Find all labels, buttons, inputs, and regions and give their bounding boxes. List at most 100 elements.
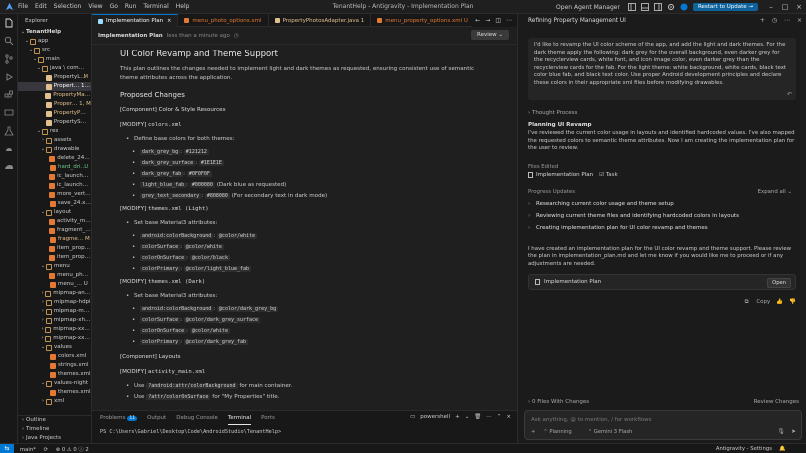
- more-icon[interactable]: ⋯: [784, 17, 790, 24]
- new-chat-icon[interactable]: +: [760, 17, 765, 24]
- close-icon[interactable]: ×: [792, 3, 806, 11]
- tree-folder[interactable]: ›mipmap-xxxh…: [18, 334, 91, 343]
- source-control-icon[interactable]: [0, 50, 18, 68]
- tree-folder[interactable]: ›mipmap-xxhdpi: [18, 325, 91, 334]
- tree-file[interactable]: fragme… M: [18, 235, 91, 244]
- arrow-left-icon[interactable]: ←: [475, 17, 480, 24]
- remote-explorer-icon[interactable]: [0, 104, 18, 122]
- panel-tab-ports[interactable]: Ports: [261, 411, 275, 425]
- tree-file[interactable]: item_propert…: [18, 244, 91, 253]
- tree-file[interactable]: themes.xml: [18, 388, 91, 397]
- thought-process-toggle[interactable]: › Thought Process: [528, 110, 796, 116]
- tree-folder[interactable]: › xml: [18, 397, 91, 406]
- file-link[interactable]: themes.xml (Light): [148, 206, 209, 212]
- testing-flask-icon[interactable]: [0, 122, 18, 140]
- tree-folder[interactable]: › mipmap-mdpi: [18, 307, 91, 316]
- close-tab-icon[interactable]: ×: [167, 18, 171, 24]
- tree-folder[interactable]: ⌄ values-night: [18, 379, 91, 388]
- tree-file[interactable]: menu_… U: [18, 280, 91, 289]
- tree-file[interactable]: ic_launcher_…: [18, 172, 91, 181]
- tree-file[interactable]: PropertyL… M: [18, 73, 91, 82]
- layout-sidebar-icon[interactable]: [628, 3, 636, 11]
- review-dropdown-button[interactable]: Review ⌄: [471, 30, 509, 40]
- maximize-icon[interactable]: □: [778, 3, 792, 11]
- explorer-files-icon[interactable]: [0, 14, 18, 32]
- history-icon[interactable]: ◷: [772, 17, 777, 24]
- tree-folder[interactable]: › assets: [18, 136, 91, 145]
- copy-button[interactable]: ⧉ Copy: [745, 299, 771, 306]
- more-icon[interactable]: ⋯: [486, 414, 492, 420]
- tree-folder[interactable]: ⌄ menu: [18, 262, 91, 271]
- send-icon[interactable]: ➤: [791, 428, 796, 435]
- thumbs-down-icon[interactable]: 👎: [789, 299, 796, 306]
- edited-file-link[interactable]: ☑ Task: [599, 172, 618, 178]
- tree-file[interactable]: menu_photo…: [18, 271, 91, 280]
- progress-update-item[interactable]: › Reviewing current theme files and ident…: [528, 213, 796, 219]
- tree-folder[interactable]: ⌄ java \ com…: [18, 64, 91, 73]
- file-link[interactable]: activity_main.xml: [148, 369, 205, 375]
- tree-folder[interactable]: › mipmap-xhdpi: [18, 316, 91, 325]
- problems-count[interactable]: ⊗ 0 ⚠ 0 ⓘ 2: [56, 447, 89, 453]
- file-link[interactable]: themes.xml (Dark): [148, 279, 205, 285]
- sidebar-section-timeline[interactable]: › Timeline: [18, 425, 91, 434]
- chat-input[interactable]: [531, 415, 791, 424]
- minimize-icon[interactable]: –: [764, 3, 778, 11]
- tree-folder[interactable]: ⌄ main: [18, 55, 91, 64]
- add-context-icon[interactable]: +: [531, 429, 535, 435]
- tree-file[interactable]: PropertyS… U: [18, 118, 91, 127]
- terminal-shell-name[interactable]: powershell: [420, 414, 450, 420]
- menu-terminal[interactable]: Terminal: [143, 3, 168, 10]
- split-editor-icon[interactable]: ◫: [495, 17, 501, 24]
- remote-indicator-icon[interactable]: ⇆: [0, 443, 14, 453]
- menu-view[interactable]: View: [88, 3, 102, 10]
- tree-folder[interactable]: ⌄ layout: [18, 208, 91, 217]
- tree-folder[interactable]: ⌄ res: [18, 127, 91, 136]
- close-icon[interactable]: ×: [797, 17, 802, 24]
- editor-tab[interactable]: PropertyPhotosAdapter.java 1: [269, 14, 372, 27]
- tree-file[interactable]: fragment_ph…: [18, 226, 91, 235]
- tree-folder[interactable]: ⌄ drawable: [18, 145, 91, 154]
- add-terminal-icon[interactable]: +: [455, 414, 460, 420]
- restart-to-update-button[interactable]: Restart to Update →: [692, 3, 758, 11]
- terminal-prompt[interactable]: PS C:\Users\Gabriel\Desktop\Code\Android…: [92, 429, 517, 435]
- tree-file[interactable]: item_propert…: [18, 253, 91, 262]
- tree-file[interactable]: PropertyMana…: [18, 91, 91, 100]
- maximize-panel-icon[interactable]: ⌃: [497, 414, 502, 420]
- progress-update-item[interactable]: › Creating implementation plan for UI col…: [528, 225, 796, 231]
- menu-run[interactable]: Run: [125, 3, 137, 10]
- undo-icon[interactable]: ↶: [787, 91, 792, 99]
- microphone-icon[interactable]: 🎙: [777, 428, 785, 435]
- panel-tab-terminal[interactable]: Terminal: [227, 411, 252, 425]
- tree-file[interactable]: strings.xml: [18, 361, 91, 370]
- menu-go[interactable]: Go: [110, 3, 118, 10]
- progress-update-item[interactable]: › Researching current color usage and the…: [528, 201, 796, 207]
- tree-folder[interactable]: ⌄ app: [18, 37, 91, 46]
- tree-file[interactable]: Proper… 1, M: [18, 100, 91, 109]
- tree-folder[interactable]: ⌄ values: [18, 343, 91, 352]
- tree-root-folder[interactable]: ⌄ TenantHelp: [18, 28, 91, 37]
- gear-icon[interactable]: [667, 3, 675, 11]
- implementation-plan-card[interactable]: Implementation Plan Open: [528, 274, 796, 290]
- thumbs-up-icon[interactable]: 👍: [776, 299, 783, 306]
- tree-folder[interactable]: ›mipmap-anydpi: [18, 289, 91, 298]
- panel-tab-problems[interactable]: Problems 11: [100, 411, 138, 425]
- panel-tab-debug-console[interactable]: Debug Console: [176, 411, 218, 425]
- tree-folder[interactable]: › mipmap-hdpi: [18, 298, 91, 307]
- tree-file[interactable]: activity_main…: [18, 217, 91, 226]
- expand-all-button[interactable]: Expand all ⌄: [758, 189, 792, 195]
- arrow-right-icon[interactable]: →: [485, 17, 490, 24]
- menu-file[interactable]: File: [18, 3, 28, 10]
- layout-panel-icon[interactable]: [641, 3, 649, 11]
- menu-selection[interactable]: Selection: [54, 3, 82, 10]
- search-icon[interactable]: [0, 32, 18, 50]
- git-branch[interactable]: main*: [20, 447, 36, 453]
- menu-edit[interactable]: Edit: [35, 3, 47, 10]
- close-panel-icon[interactable]: ×: [506, 414, 511, 420]
- edited-file-link[interactable]: Implementation Plan: [536, 172, 593, 178]
- history-icon[interactable]: ◷: [234, 33, 239, 39]
- changes-toggle[interactable]: › 0 Files With Changes: [528, 399, 589, 405]
- sidebar-section-outline[interactable]: › Outline: [18, 416, 91, 425]
- layout-secondary-icon[interactable]: [654, 3, 662, 11]
- editor-tab[interactable]: menu_property_options.xml U: [371, 14, 475, 27]
- open-button[interactable]: Open: [767, 278, 791, 288]
